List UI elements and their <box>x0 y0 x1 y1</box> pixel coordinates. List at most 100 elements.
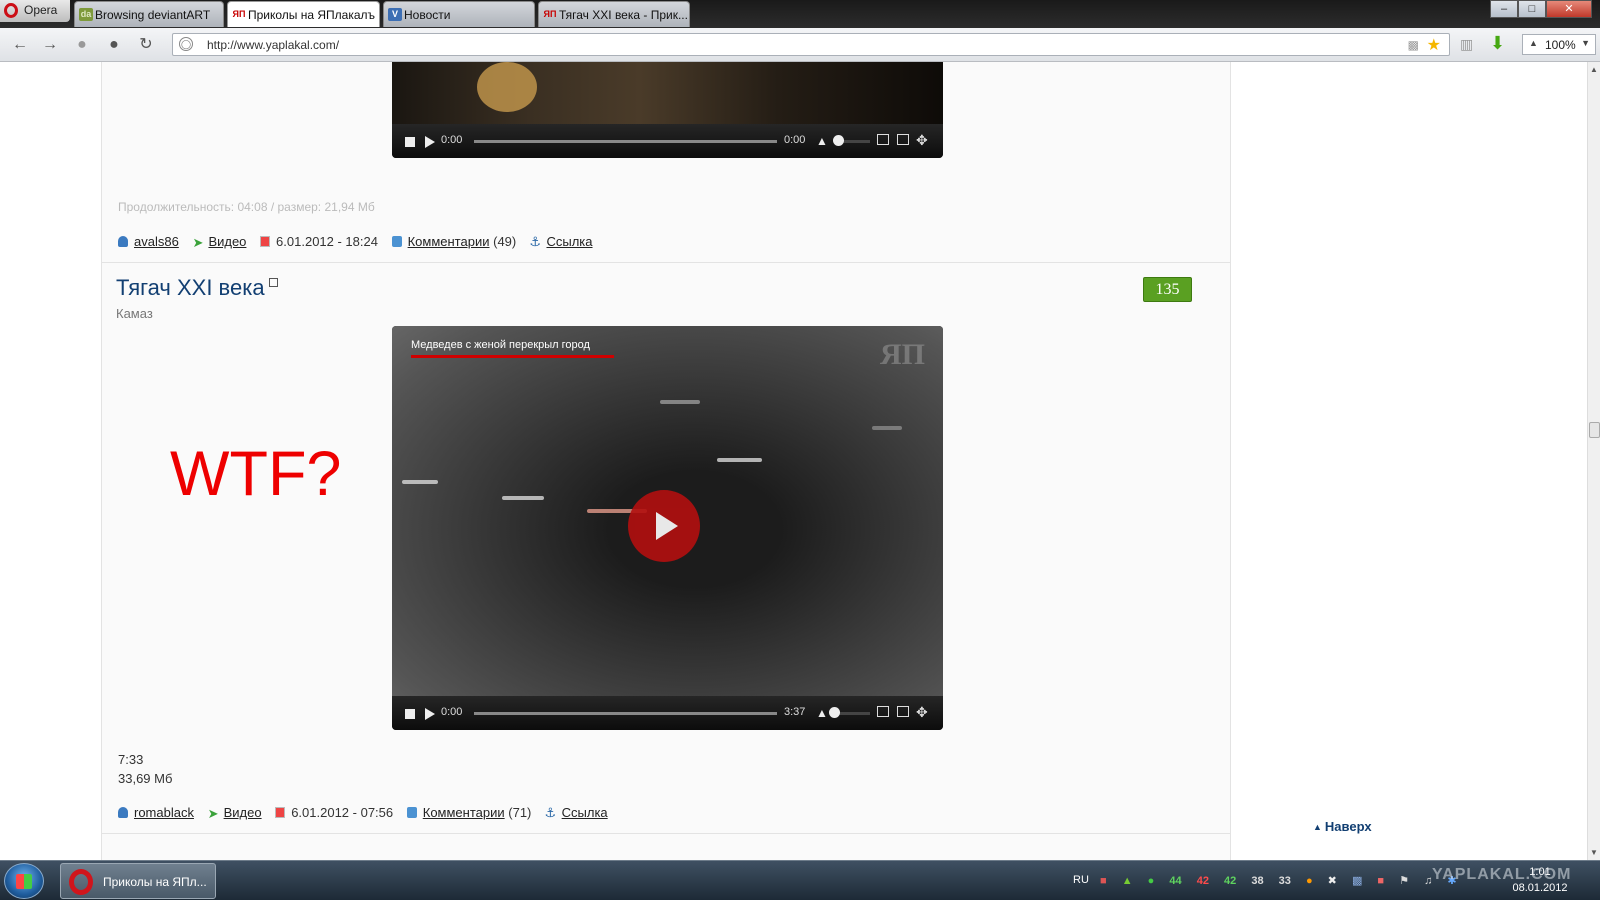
language-indicator[interactable]: RU <box>1073 874 1089 886</box>
author-link[interactable]: avals86 <box>134 234 179 249</box>
scroll-up-icon[interactable]: ▲ <box>1590 65 1598 74</box>
video-player-2[interactable]: Медведев с женой перекрыл город ЯП 0:00 … <box>392 326 943 730</box>
playlist-icon[interactable] <box>877 134 889 145</box>
stop-icon[interactable] <box>405 137 415 147</box>
volume-icon[interactable]: ▲ <box>816 706 828 720</box>
light-streak <box>502 496 544 500</box>
category-link[interactable]: Видео <box>224 805 262 820</box>
tray-app-icon[interactable]: ■ <box>1100 875 1107 887</box>
post-date: 6.01.2012 - 18:24 <box>276 234 378 249</box>
comments-link[interactable]: Комментарии <box>423 805 505 820</box>
rss-icon[interactable]: ▩ <box>1408 38 1419 52</box>
widescreen-icon[interactable] <box>897 134 909 145</box>
windows-logo-icon <box>16 874 32 889</box>
volume-knob[interactable] <box>833 135 844 146</box>
calendar-icon <box>275 807 286 818</box>
volume-knob[interactable] <box>829 707 840 718</box>
progress-bar[interactable] <box>474 140 777 143</box>
zoom-up-icon[interactable]: ▲ <box>1529 38 1538 48</box>
light-streak <box>872 426 902 430</box>
start-button[interactable] <box>4 863 44 899</box>
fullscreen-icon[interactable]: ✥ <box>916 132 928 149</box>
comments-count: (71) <box>508 805 532 820</box>
tab-deviantart[interactable]: da Browsing deviantART <box>74 1 224 27</box>
tab-title: Тягач XXI века - Прик... <box>559 8 688 22</box>
post-info-row: avals86 ➤ Видео 6.01.2012 - 18:24 Коммент… <box>118 234 1198 254</box>
info-icon[interactable]: ● <box>1306 875 1313 887</box>
reload-icon[interactable]: ↻ <box>136 35 156 55</box>
zoom-control[interactable]: ▲ 100% ▼ <box>1522 34 1596 55</box>
taskbar-opera-app[interactable]: Приколы на ЯПл... <box>60 863 216 899</box>
navigation-bar: ← → ●— ●— ↻ ◯ http://www.yaplakal.com/ ▩… <box>0 28 1600 73</box>
rating-badge[interactable]: 135 <box>1143 277 1192 302</box>
address-input[interactable]: http://www.yaplakal.com/ <box>207 38 339 52</box>
page-content: 0:00 0:00 ▲ ✥ Продолжительность: 04:08 /… <box>0 62 1587 860</box>
scroll-down-icon[interactable]: ▼ <box>1590 848 1598 857</box>
volume-icon[interactable]: ▲ <box>816 134 828 148</box>
opera-menu-button[interactable]: Opera <box>0 0 70 22</box>
back-icon[interactable]: ← <box>10 35 30 55</box>
comments-link[interactable]: Комментарии <box>408 234 490 249</box>
light-streak <box>402 480 438 484</box>
permalink[interactable]: Ссылка <box>562 805 608 820</box>
vertical-scrollbar[interactable]: ▲ ▼ <box>1587 62 1600 860</box>
light-streak <box>660 400 700 404</box>
scrollbar-thumb[interactable] <box>1589 422 1600 438</box>
globe-icon: ◯ <box>179 37 193 51</box>
tray-app-icon[interactable]: ● <box>1148 875 1155 887</box>
key-icon[interactable]: ●— <box>72 35 92 73</box>
network-icon[interactable]: ▩ <box>1352 875 1362 887</box>
comments-count: (49) <box>493 234 517 249</box>
volume-slider[interactable] <box>835 712 870 715</box>
deviantart-favicon-icon: da <box>79 8 93 21</box>
address-bar[interactable]: ◯ http://www.yaplakal.com/ ▩ ★ <box>172 33 1450 56</box>
big-play-button[interactable] <box>628 490 700 562</box>
tab-tyagach[interactable]: ЯП Тягач XXI века - Прик... <box>538 1 690 27</box>
wand-icon[interactable]: ●— <box>104 35 124 73</box>
calendar-icon <box>260 236 271 247</box>
post-meta: Продолжительность: 04:08 / размер: 21,94… <box>118 200 375 214</box>
trash-icon[interactable]: ▥ <box>1460 36 1473 53</box>
permalink[interactable]: Ссылка <box>546 234 592 249</box>
temperature-value: 42 <box>1196 875 1209 887</box>
play-icon[interactable] <box>425 136 435 148</box>
action-center-icon[interactable]: ⚑ <box>1399 875 1409 887</box>
maximize-button[interactable]: □ <box>1518 0 1546 18</box>
opera-label: Opera <box>24 3 58 17</box>
progress-bar[interactable] <box>474 712 777 715</box>
minimize-button[interactable]: – <box>1490 0 1518 18</box>
close-button[interactable]: ✕ <box>1546 0 1592 18</box>
taskbar-app-label: Приколы на ЯПл... <box>103 875 207 889</box>
nvidia-icon[interactable]: ▲ <box>1122 875 1133 887</box>
download-icon[interactable]: ⬇ <box>1490 33 1505 54</box>
system-tray: ■ ▲ ● 44 42 42 38 33 ● ✖ ▩ ■ ⚑ ♫ ✱ <box>1100 874 1469 887</box>
external-link-icon[interactable] <box>268 278 278 287</box>
time-current: 0:00 <box>441 706 463 718</box>
post-divider <box>102 833 1230 834</box>
tab-news[interactable]: V Новости <box>383 1 535 27</box>
tray-app-icon[interactable]: ✖ <box>1328 875 1337 887</box>
video-watermark: ЯП <box>880 338 925 371</box>
category-link[interactable]: Видео <box>208 234 246 249</box>
stop-icon[interactable] <box>405 709 415 719</box>
scroll-to-top-link[interactable]: ▲ Наверх <box>1313 819 1372 834</box>
comment-icon <box>391 236 402 247</box>
user-icon <box>118 807 128 818</box>
widescreen-icon[interactable] <box>897 706 909 717</box>
video-size: 33,69 Мб <box>118 771 173 786</box>
to-top-label[interactable]: Наверх <box>1325 819 1372 834</box>
post-title[interactable]: Тягач XXI века <box>116 275 278 301</box>
post-title-text[interactable]: Тягач XXI века <box>116 275 265 300</box>
tab-yaplakal[interactable]: ЯП Приколы на ЯПлакалъ <box>227 1 380 27</box>
zoom-down-icon[interactable]: ▼ <box>1581 38 1590 48</box>
bookmark-star-icon[interactable]: ★ <box>1427 35 1441 55</box>
forward-icon[interactable]: → <box>40 35 60 55</box>
author-link[interactable]: romablack <box>134 805 194 820</box>
play-icon[interactable] <box>425 708 435 720</box>
fullscreen-icon[interactable]: ✥ <box>916 704 928 721</box>
playlist-icon[interactable] <box>877 706 889 717</box>
video-player-1[interactable]: 0:00 0:00 ▲ ✥ <box>392 62 943 158</box>
tray-app-icon[interactable]: ■ <box>1377 875 1384 887</box>
arrow-up-icon: ▲ <box>1313 822 1322 832</box>
user-icon <box>118 236 128 247</box>
